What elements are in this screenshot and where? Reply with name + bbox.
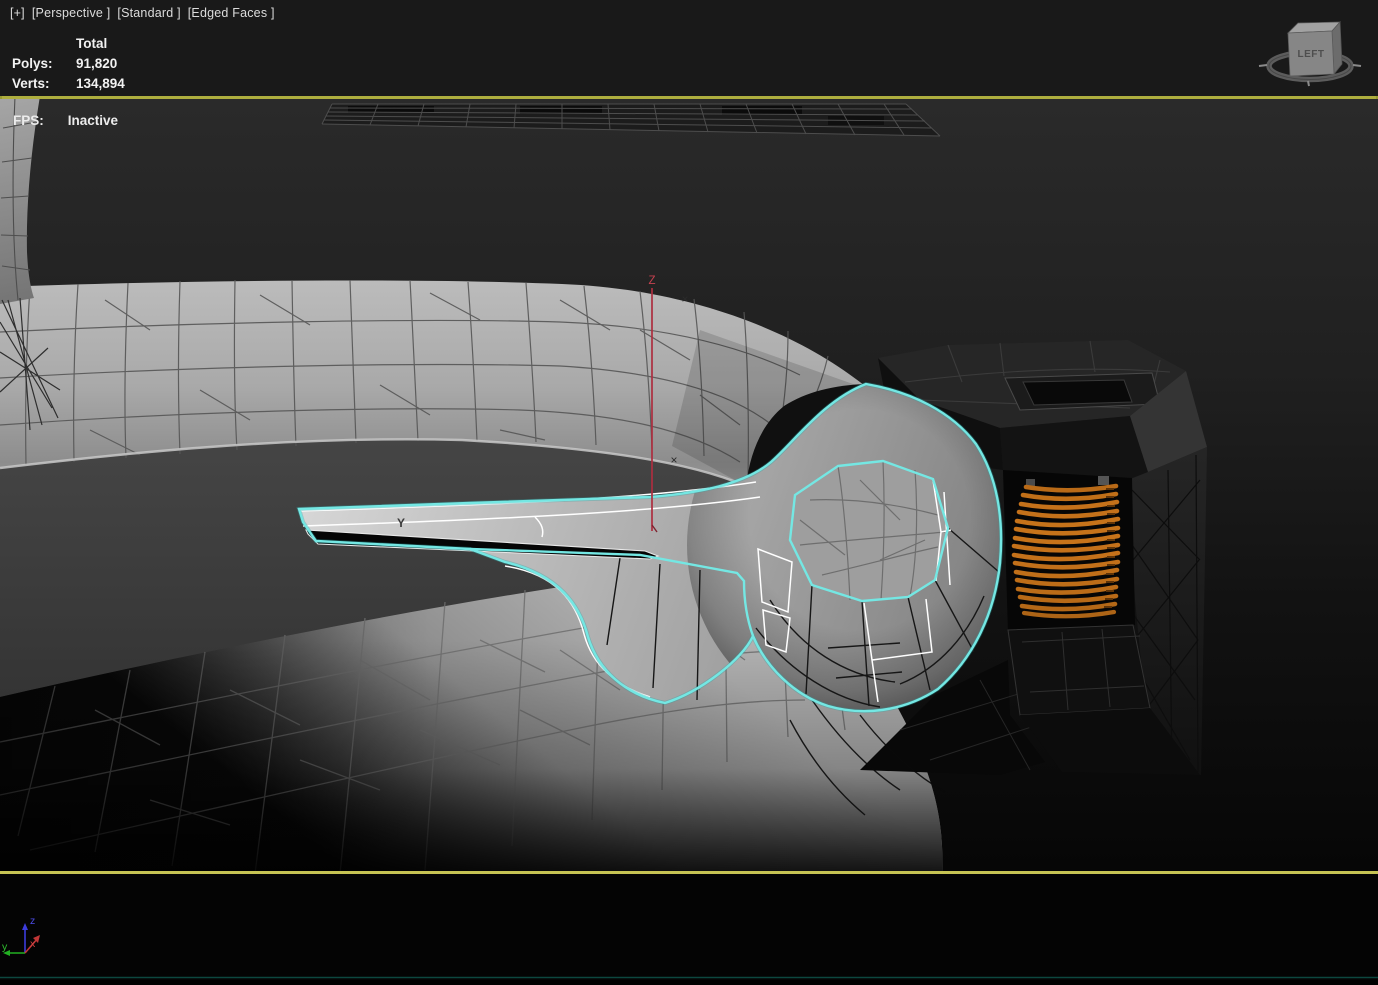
viewcube[interactable]: LEFT xyxy=(1244,4,1372,94)
viewcube-west-tick xyxy=(1258,64,1268,67)
world-axis-tripod-icon: z y x xyxy=(2,915,40,956)
stats-total-header: Total xyxy=(76,36,108,51)
viewport-statistics: Total Polys: 91,820 Verts: 134,894 xyxy=(12,34,125,94)
tripod-y-label: y xyxy=(2,941,8,953)
viewport-general-menu[interactable]: [+] xyxy=(10,6,25,20)
viewport-shading-style-menu[interactable]: [Edged Faces ] xyxy=(188,6,275,20)
tripod-x-label: x xyxy=(30,938,36,950)
viewport-shading-quality-menu[interactable]: [Standard ] xyxy=(117,6,180,20)
scene-canvas[interactable]: Z Y × × xyxy=(0,99,1378,871)
3dsmax-viewport-screenshot: { "viewport_header": { "label": { "gener… xyxy=(0,0,1378,980)
housing-recess xyxy=(1022,379,1133,406)
viewport-header: [+] [Perspective ] [Standard ] [Edged Fa… xyxy=(0,0,1378,96)
viewcube-face-label[interactable]: LEFT xyxy=(1298,49,1325,60)
gizmo-z-axis-label[interactable]: Z xyxy=(648,275,655,287)
stats-polys-value: 91,820 xyxy=(76,56,118,71)
stats-verts-value: 134,894 xyxy=(76,76,125,91)
lower-viewport-strip[interactable]: z y x xyxy=(0,874,1378,980)
gizmo-y-axis-label[interactable]: Y xyxy=(397,516,405,530)
viewcube-cube[interactable]: LEFT xyxy=(1286,21,1343,77)
gizmo-x-marker-lower: × xyxy=(670,453,677,467)
perspective-viewport[interactable]: FPS: Inactive Z Y × × xyxy=(0,99,1378,871)
viewcube-east-tick xyxy=(1352,64,1362,67)
stats-polys-label: Polys: xyxy=(12,56,53,71)
gizmo-x-marker-upper: × xyxy=(681,292,688,306)
fps-readout: FPS: Inactive xyxy=(13,113,118,128)
viewcube-south-tick xyxy=(1307,80,1310,87)
fps-label: FPS: xyxy=(13,113,44,128)
viewport-pov-menu[interactable]: [Perspective ] xyxy=(32,6,111,20)
tripod-z-label: z xyxy=(30,915,35,927)
viewport-label: [+] [Perspective ] [Standard ] [Edged Fa… xyxy=(10,6,275,20)
stats-verts-label: Verts: xyxy=(12,76,50,91)
fps-value: Inactive xyxy=(67,113,119,128)
lower-strip-canvas: z y x xyxy=(0,915,1378,979)
